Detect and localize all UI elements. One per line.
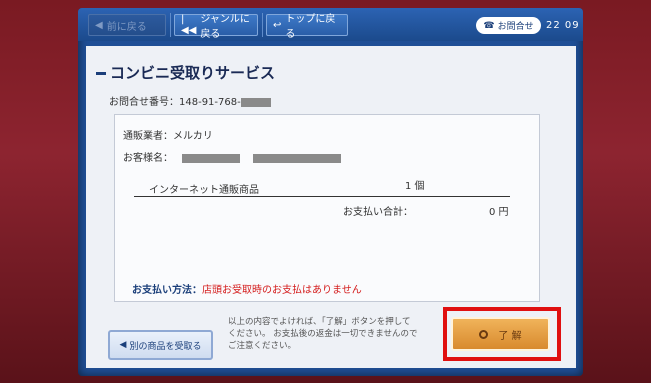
item-name: インターネット通販商品	[149, 185, 259, 196]
genre-back-label: ジャンルに戻る	[200, 14, 250, 40]
inquiry-label: お問合せ	[497, 22, 534, 32]
redaction-block	[182, 153, 241, 163]
ok-button[interactable]: 了 解	[451, 317, 550, 351]
divider-line	[134, 196, 510, 197]
back-button-label: 前に戻る	[106, 21, 147, 33]
inquiry-number-value: 148-91-768-	[179, 97, 241, 108]
clock: 22 09	[546, 20, 580, 31]
total-value: 0 円	[489, 207, 509, 218]
inquiry-icon: ☎	[483, 20, 495, 31]
top-back-label: トップに戻る	[285, 14, 336, 40]
payment-method-value: 店頭お受取時のお支払はありません	[202, 285, 362, 296]
item-quantity: 1 個	[405, 181, 425, 192]
notice-line: ください。 お支払後の返金は一切できませんので	[228, 329, 418, 339]
other-item-button[interactable]: ◀ 別の商品を受取る	[108, 330, 213, 360]
confirmation-notice: 以上の内容でよければ、「了解」ボタンを押して ください。 お支払後の返金は一切で…	[228, 316, 443, 352]
customer-row: お客様名：	[123, 149, 342, 164]
redaction-block	[240, 97, 271, 107]
merchant-row: 通販業者：メルカリ	[123, 127, 213, 142]
back-arrow-icon: ◀	[95, 19, 103, 31]
notice-line: 以上の内容でよければ、「了解」ボタンを押して	[228, 317, 411, 327]
back-button[interactable]: ◀ 前に戻る	[88, 14, 166, 36]
merchant-value: メルカリ	[173, 131, 213, 142]
title-marker	[96, 72, 106, 75]
inquiry-number-label: お問合せ番号：	[109, 97, 179, 108]
page-title: コンビニ受取りサービス	[110, 64, 276, 82]
genre-back-button[interactable]: |◀◀ ジャンルに戻る	[174, 14, 258, 40]
circle-icon	[479, 329, 489, 339]
redaction-block	[253, 153, 342, 163]
topbar-divider	[262, 13, 263, 37]
payment-method: お支払い方法：店頭お受取時のお支払はありません	[132, 281, 362, 296]
top-back-button[interactable]: ↩ トップに戻る	[266, 14, 348, 40]
order-detail-box: 通販業者：メルカリ お客様名： インターネット通販商品 1 個 お支払い合計： …	[114, 114, 540, 302]
payment-method-label: お支払い方法：	[132, 285, 202, 296]
total-label: お支払い合計：	[343, 207, 413, 218]
customer-label: お客様名：	[123, 153, 173, 164]
inquiry-button[interactable]: ☎ お問合せ	[476, 17, 541, 34]
other-item-label: 別の商品を受取る	[129, 341, 202, 352]
ok-label: 了 解	[498, 330, 522, 342]
double-left-arrow-icon: |◀◀	[181, 14, 197, 36]
return-arrow-icon: ↩	[273, 19, 282, 31]
inquiry-number: お問合せ番号：148-91-768-	[109, 93, 271, 108]
top-navigation-bar: ◀ 前に戻る |◀◀ ジャンルに戻る ↩ トップに戻る ☎ お問合せ 22 09	[78, 8, 583, 41]
notice-line: ご注意ください。	[228, 341, 297, 351]
merchant-label: 通販業者：	[123, 131, 173, 142]
topbar-divider	[170, 13, 171, 37]
left-arrow-icon: ◀	[119, 340, 127, 350]
